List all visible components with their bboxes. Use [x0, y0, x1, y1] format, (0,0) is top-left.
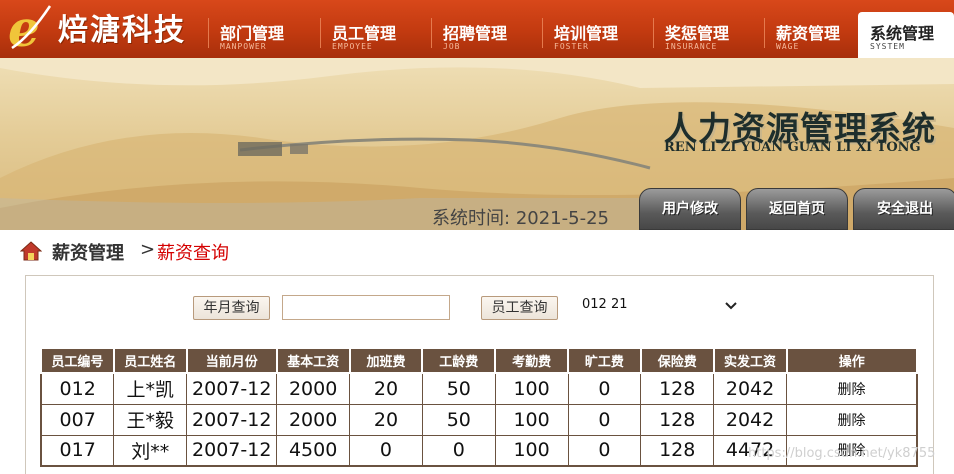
cell-employee-id: 012: [40, 372, 115, 405]
cell-attendance: 100: [494, 372, 569, 405]
table-row: 007 王*毅 2007-12 2000 20 50 100 0 128 204…: [40, 403, 918, 436]
cell-seniority: 50: [421, 372, 496, 405]
cell-insurance: 128: [640, 403, 715, 436]
nav-tab-recruitment[interactable]: 招聘管理 JOB: [431, 0, 542, 58]
employee-select-value: 012 21: [582, 297, 628, 312]
nav-tab-department[interactable]: 部门管理 MANPOWER: [208, 0, 319, 58]
nav-tab-training[interactable]: 培训管理 FOSTER: [542, 0, 653, 58]
brand-logo: e 焙溏科技: [0, 0, 205, 58]
column-header: 保险费: [639, 347, 715, 374]
nav-separator: [653, 18, 654, 48]
breadcrumb-separator: >: [140, 239, 156, 260]
nav-tab-system[interactable]: 系统管理 SYSTEM: [858, 12, 954, 58]
nav-tab-label: 奖惩管理: [665, 24, 730, 43]
cell-insurance: 128: [640, 434, 715, 467]
cell-month: 2007-12: [186, 372, 278, 405]
nav-tab-label: 薪资管理: [776, 24, 841, 43]
cell-seniority: 0: [421, 434, 496, 467]
nav-separator: [764, 18, 765, 48]
column-header: 工龄费: [421, 347, 497, 374]
cell-absence: 0: [567, 434, 642, 467]
nav-separator: [542, 18, 543, 48]
cell-month: 2007-12: [186, 403, 278, 436]
cell-absence: 0: [567, 403, 642, 436]
column-header: 员工编号: [40, 347, 115, 374]
nav-tab-sublabel: FOSTER: [554, 42, 589, 51]
nav-tab-sublabel: JOB: [443, 42, 461, 51]
column-header: 考勤费: [494, 347, 569, 374]
cell-attendance: 100: [494, 434, 569, 467]
month-input[interactable]: [282, 295, 450, 320]
system-time-label: 系统时间:: [432, 208, 511, 229]
table-row: 012 上*凯 2007-12 2000 20 50 100 0 128 204…: [40, 372, 918, 405]
cell-insurance: 128: [640, 372, 715, 405]
column-header: 员工姓名: [112, 347, 188, 374]
back-home-button[interactable]: 返回首页: [746, 188, 848, 230]
table-header-row: 员工编号 员工姓名 当前月份 基本工资 加班费 工龄费 考勤费 旷工费 保险费 …: [40, 347, 918, 374]
nav-separator: [431, 18, 432, 48]
nav-tab-sublabel: MANPOWER: [220, 42, 267, 51]
cell-seniority: 50: [421, 403, 496, 436]
nav-tab-employee[interactable]: 员工管理 EMPOYEE: [320, 0, 431, 58]
column-header: 当前月份: [185, 347, 278, 374]
brand-name: 焙溏科技: [58, 13, 186, 48]
logo-e-icon: e: [8, 2, 52, 54]
column-header: 旷工费: [567, 347, 642, 374]
column-header: 基本工资: [275, 347, 351, 374]
cell-base-salary: 2000: [276, 372, 351, 405]
nav-tab-rewards[interactable]: 奖惩管理 INSURANCE: [653, 0, 764, 58]
nav-separator: [208, 18, 209, 48]
column-header: 实发工资: [712, 347, 788, 374]
cell-employee-name: 上*凯: [113, 372, 188, 405]
nav-tab-sublabel: INSURANCE: [665, 42, 718, 51]
cell-overtime: 20: [349, 372, 423, 405]
system-time: 系统时间: 2021-5-25: [432, 204, 609, 230]
nav-tab-label: 招聘管理: [443, 24, 508, 43]
cell-net-pay: 2042: [713, 372, 787, 405]
cell-employee-name: 刘**: [113, 434, 188, 467]
top-navigation-bar: e 焙溏科技 部门管理 MANPOWER 员工管理 EMPOYEE 招聘管理 J…: [0, 0, 954, 58]
cell-base-salary: 4500: [276, 434, 351, 467]
employee-query-button[interactable]: 员工查询: [481, 296, 558, 320]
system-title-pinyin: REN LI ZI YUAN GUAN LI XI TONG: [664, 140, 921, 155]
chevron-down-icon: [725, 302, 737, 310]
cell-employee-name: 王*毅: [113, 403, 188, 436]
employee-select[interactable]: 012 21: [578, 294, 738, 318]
edit-user-button[interactable]: 用户修改: [639, 188, 741, 230]
cell-net-pay: 2042: [713, 403, 787, 436]
logout-button[interactable]: 安全退出: [853, 188, 954, 230]
cell-absence: 0: [567, 372, 642, 405]
cell-month: 2007-12: [186, 434, 278, 467]
nav-tab-sublabel: WAGE: [776, 42, 800, 51]
nav-tab-label: 培训管理: [554, 24, 619, 43]
header-banner: 人力资源管理系统 REN LI ZI YUAN GUAN LI XI TONG …: [0, 58, 954, 230]
nav-tab-sublabel: EMPOYEE: [332, 42, 373, 51]
cell-overtime: 0: [349, 434, 423, 467]
nav-tab-label: 部门管理: [220, 24, 285, 43]
column-header: 加班费: [348, 347, 424, 374]
system-time-value: 2021-5-25: [515, 208, 609, 229]
delete-link[interactable]: 删除: [786, 372, 918, 405]
nav-tab-sublabel: SYSTEM: [870, 42, 905, 51]
cell-employee-id: 017: [40, 434, 115, 467]
breadcrumb-current: 薪资查询: [157, 243, 229, 264]
column-header: 操作: [785, 347, 918, 374]
salary-query-panel: 年月查询 员工查询 012 21 员工编号 员工姓名 当前月份 基本工资 加班费…: [25, 275, 934, 474]
breadcrumb-parent[interactable]: 薪资管理: [52, 239, 124, 265]
nav-tab-label: 系统管理: [870, 24, 935, 43]
cell-employee-id: 007: [40, 403, 115, 436]
cell-base-salary: 2000: [276, 403, 351, 436]
month-query-button[interactable]: 年月查询: [193, 296, 270, 320]
home-icon: [20, 241, 42, 261]
delete-link[interactable]: 删除: [786, 403, 918, 436]
nav-separator: [320, 18, 321, 48]
nav-tab-label: 员工管理: [332, 24, 397, 43]
cell-attendance: 100: [494, 403, 569, 436]
watermark: https://blog.csdn.net/yk8755: [748, 446, 936, 461]
cell-overtime: 20: [349, 403, 423, 436]
